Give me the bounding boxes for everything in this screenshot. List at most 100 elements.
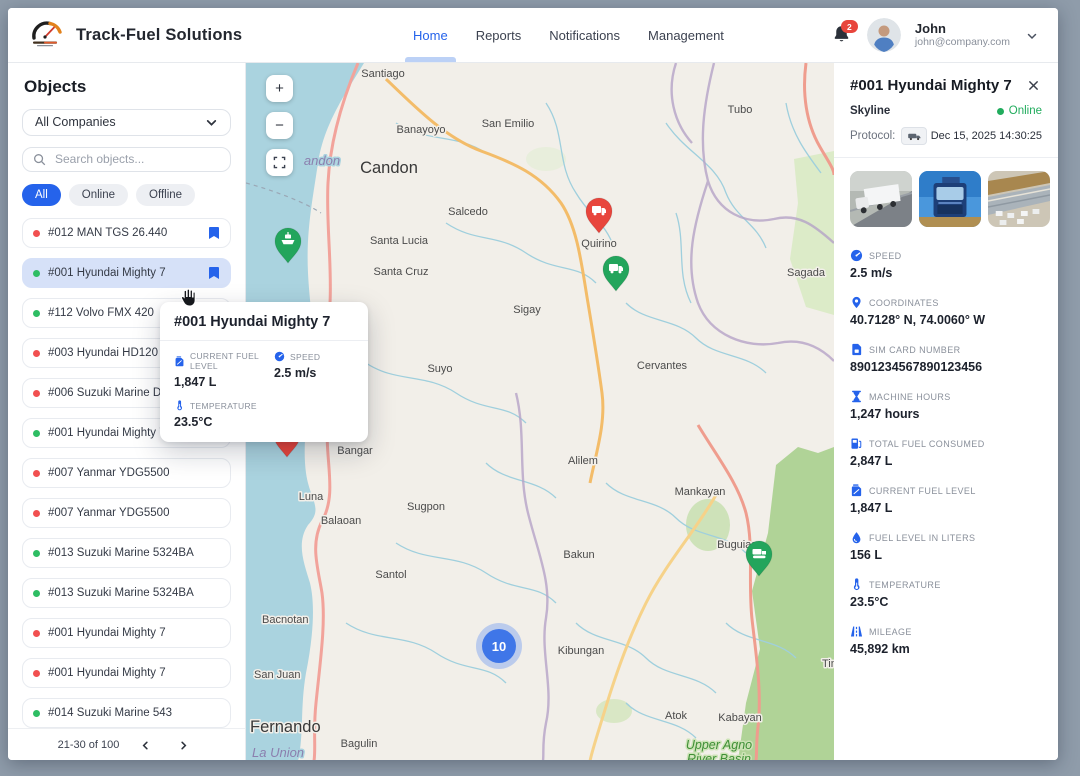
map-label: Bacnotan (262, 614, 308, 626)
notifications-bell-icon[interactable]: 2 (831, 24, 853, 46)
sidebar-title: Objects (24, 77, 231, 97)
vehicle-label: #007 Yanmar YDG5500 (48, 507, 169, 519)
map-label: Balaoan (321, 515, 361, 527)
droplet-icon (850, 531, 863, 544)
nav-home[interactable]: Home (413, 28, 448, 43)
vehicle-list-item[interactable]: #001 Hyundai Mighty 7 (22, 258, 231, 288)
status-dot (33, 590, 40, 597)
pagination-next-button[interactable] (171, 733, 195, 757)
user-avatar[interactable] (867, 18, 901, 52)
user-menu[interactable]: John john@company.com (915, 22, 1010, 49)
map-label: Kibungan (558, 645, 605, 657)
map-controls: + − (266, 75, 293, 176)
stat-value: 45,892 km (850, 642, 1042, 656)
nav-management[interactable]: Management (648, 28, 724, 43)
stat-value: 2.5 m/s (850, 266, 1042, 280)
stat-label: CURRENT FUEL LEVEL (869, 486, 976, 496)
vehicle-list-item[interactable]: #007 Yanmar YDG5500 (22, 498, 231, 528)
bookmark-icon[interactable] (208, 266, 220, 280)
close-icon (1028, 80, 1039, 91)
hand-cursor-icon (176, 286, 200, 310)
vehicle-list-item[interactable]: #007 Yanmar YDG5500 (22, 458, 231, 488)
map-label: Tubo (728, 104, 753, 116)
map-label: La Union (252, 745, 304, 760)
vehicle-list-item[interactable]: #014 Suzuki Marine 543 (22, 698, 231, 728)
close-button[interactable] (1024, 77, 1042, 95)
status-text: Online (1009, 105, 1042, 117)
vehicle-list-item[interactable]: #001 Hyundai Mighty 7 (22, 618, 231, 648)
vehicle-label: #007 Yanmar YDG5500 (48, 467, 169, 479)
map-label: Upper Agno (686, 738, 752, 752)
status-dot (33, 630, 40, 637)
vehicle-list-item[interactable]: #001 Hyundai Mighty 7 (22, 658, 231, 688)
hourglass-icon (850, 390, 863, 403)
map-label: Suyo (427, 363, 452, 375)
thermometer-icon (850, 578, 863, 591)
map-label: River Basin (687, 752, 751, 760)
filter-chip-online[interactable]: Online (69, 184, 128, 206)
fullscreen-button[interactable] (266, 149, 293, 176)
main-nav: Home Reports Notifications Management (413, 28, 724, 43)
search-input[interactable] (53, 151, 220, 167)
map-label: Santiago (361, 68, 404, 80)
company-filter-dropdown[interactable]: All Companies (22, 109, 231, 136)
vehicle-photos (850, 171, 1042, 227)
vehicle-label: #112 Volvo FMX 420 (48, 307, 154, 319)
telemetry-stat: MACHINE HOURS 1,247 hours (850, 390, 1042, 421)
stat-value: 40.7128° N, 74.0060° W (850, 313, 1042, 327)
vehicle-marker-truck[interactable] (603, 256, 629, 291)
filter-chip-all[interactable]: All (22, 184, 61, 206)
app-window: Track-Fuel Solutions Home Reports Notifi… (8, 8, 1058, 760)
nav-notifications[interactable]: Notifications (549, 28, 620, 43)
status-dot (33, 470, 40, 477)
vehicle-list-item[interactable]: #012 MAN TGS 26.440 (22, 218, 231, 248)
vehicle-name: Skyline (850, 105, 890, 117)
map-label: Sagada (787, 267, 826, 279)
vehicle-list-item[interactable]: #013 Suzuki Marine 5324BA (22, 538, 231, 568)
status-filter-chips: All Online Offline (22, 184, 231, 206)
tooltip-stat-speed: SPEED 2.5 m/s (274, 351, 354, 389)
zoom-in-button[interactable]: + (266, 75, 293, 102)
chevron-down-icon[interactable] (1026, 29, 1038, 41)
nav-reports[interactable]: Reports (476, 28, 522, 43)
top-nav-bar: Track-Fuel Solutions Home Reports Notifi… (8, 8, 1058, 63)
pagination-prev-button[interactable] (133, 733, 157, 757)
status-dot (33, 310, 40, 317)
sim-card-icon (850, 343, 863, 356)
stat-label: FUEL LEVEL IN LITERS (869, 533, 975, 543)
vehicle-photo-3[interactable] (988, 171, 1050, 227)
vehicle-label: #014 Suzuki Marine 543 (48, 707, 172, 719)
stat-value: 1,247 hours (850, 407, 1042, 421)
map-label: Fernando (250, 718, 321, 736)
vehicle-label: #013 Suzuki Marine 5324BA (48, 547, 194, 559)
vehicle-label: #001 Hyundai Mighty 7 (48, 267, 166, 279)
map-label: Sugpon (407, 501, 445, 513)
vehicle-label: #013 Suzuki Marine 5324BA (48, 587, 194, 599)
map-label: Bagulin (341, 738, 378, 750)
status-dot (33, 430, 40, 437)
vehicle-list-item[interactable]: #013 Suzuki Marine 5324BA (22, 578, 231, 608)
vehicle-photo-2[interactable] (919, 171, 981, 227)
telemetry-stat: FUEL LEVEL IN LITERS 156 L (850, 531, 1042, 562)
marker-cluster[interactable]: 10 (482, 629, 516, 663)
speedometer-icon (274, 351, 285, 362)
vehicle-marker-truck[interactable] (586, 198, 612, 233)
header-right: 2 John john@company.com (831, 18, 1038, 52)
zoom-out-button[interactable]: − (266, 112, 293, 139)
vehicle-photo-1[interactable] (850, 171, 912, 227)
stat-label: TEMPERATURE (869, 580, 941, 590)
map-label: Mankayan (675, 486, 726, 498)
online-dot (997, 108, 1004, 115)
map-label: Atok (665, 710, 688, 722)
stat-label: MILEAGE (869, 627, 912, 637)
map-label: andon (304, 153, 340, 168)
telemetry-stat: SPEED 2.5 m/s (850, 249, 1042, 280)
vehicle-label: #006 Suzuki Marine DF3 (48, 387, 175, 399)
filter-chip-offline[interactable]: Offline (136, 184, 195, 206)
map-label: Santa Cruz (373, 266, 428, 278)
map-label: Salcedo (448, 206, 488, 218)
speedometer-icon (850, 249, 863, 262)
protocol-label: Protocol: (850, 130, 895, 142)
bookmark-icon[interactable] (208, 226, 220, 240)
status-dot (33, 390, 40, 397)
